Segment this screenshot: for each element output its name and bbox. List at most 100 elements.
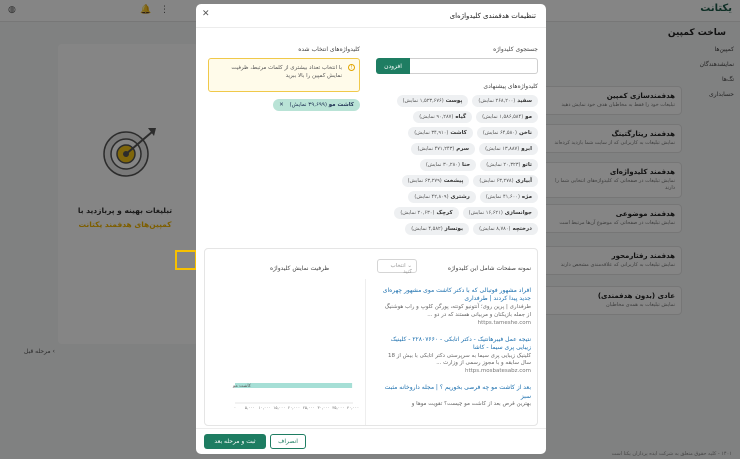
chip-word: سرم	[456, 146, 470, 152]
save-next-button[interactable]: ثبت و مرحله بعد	[204, 434, 266, 449]
preview-section: نمونه صفحات شامل این کلیدواژه ⌄ انتخاب ک…	[204, 248, 538, 426]
cancel-button[interactable]: انصراف	[270, 434, 306, 449]
chip-word: پیشخت	[443, 178, 464, 184]
chip-count: (۲۶۸,۲۰۰ نمایش)	[478, 98, 516, 104]
modal-header: تنظیمات هدفمندی کلیدواژه‌ای ✕	[196, 4, 546, 28]
chip-word: آبیاری	[515, 178, 532, 184]
suggested-keyword-chip[interactable]: کرچک(۲۰,۶۳۰ نمایش)	[394, 207, 459, 219]
result-url: https.mosbatesabz.com	[464, 368, 531, 375]
result-title[interactable]: افراد مشهور فوتبالی که با دکتر کاشت موی …	[381, 287, 531, 304]
suggestions-list: سفید(۲۶۸,۲۰۰ نمایش) پوست(۱,۵۲۳,۶۷۶ نمایش)…	[376, 95, 538, 235]
suggested-keyword-chip[interactable]: سفید(۲۶۸,۲۰۰ نمایش)	[472, 95, 538, 107]
chart-bar	[235, 383, 353, 388]
suggested-keyword-chip[interactable]: پوست(۱,۵۲۳,۶۷۶ نمایش)	[396, 95, 469, 107]
suggested-keyword-chip[interactable]: پیشخت(۶۳,۲۷۹ نمایش)	[401, 175, 470, 187]
close-icon[interactable]: ✕	[202, 9, 210, 19]
search-label: جستجوی کلیدواژه	[493, 46, 538, 53]
chip-word: رشتری	[450, 194, 470, 200]
chip-count: (۱۳,۸۸۷ نمایش)	[485, 146, 520, 152]
tick-label: ۳۰,۰۰۰	[317, 405, 329, 410]
result-title[interactable]: نتیجه عمل فیبرهانتیک - دکتر اتابکی - ۲۲۸…	[381, 336, 531, 353]
chip-count: (۴,۵۸۲ نمایش)	[411, 226, 443, 232]
capacity-chart: کاشت مو ۰ ۵,۰۰۰ ۱۰,۰۰۰ ۱۵,۰۰۰ ۲۰,۰۰۰ ۲۵,۰۰۰ ۳۰,…	[232, 383, 359, 410]
suggested-keyword-chip[interactable]: بوتساز(۴,۵۸۲ نمایش)	[405, 223, 470, 235]
chip-count: (۶۳,۲۷۹ نمایش)	[407, 178, 442, 184]
suggested-keyword-chip[interactable]: درختچه(۸,۷۸۰ نمایش)	[473, 223, 538, 235]
result-desc: بهترین قرص بعد از کاشت مو چیست؟ تقویت مو…	[411, 401, 531, 408]
chip-count: (۶۳,۲۷۸ نمایش)	[479, 178, 514, 184]
chip-word: پوست	[445, 98, 463, 104]
chip-word: مژه	[521, 194, 532, 200]
chip-word: کاشت مو	[328, 102, 354, 108]
add-keyword-button[interactable]: افزودن	[376, 58, 410, 74]
tick-label: ۲۵,۰۰۰	[303, 405, 315, 410]
chip-count: (۳۹,۶۹۹ نمایش)	[289, 102, 327, 108]
chip-word: گیاه	[455, 114, 467, 120]
modal-title: تنظیمات هدفمندی کلیدواژه‌ای	[449, 12, 536, 20]
chip-count: (۳۴,۹۱۰ نمایش)	[414, 130, 449, 136]
suggested-keyword-chip[interactable]: گیاه(۹۰,۲۸۷ نمایش)	[413, 111, 473, 123]
suggested-keyword-chip[interactable]: ابرو(۱۳,۸۸۷ نمایش)	[479, 143, 538, 155]
chip-count: (۴۱,۶۰۰ نمایش)	[485, 194, 520, 200]
warning-box: ! با انتخاب تعداد بیشتری از کلمات مرتبط،…	[208, 58, 360, 92]
chip-count: (۴۲,۸۰۹ نمایش)	[414, 194, 449, 200]
suggested-keyword-chip[interactable]: مژه(۴۱,۶۰۰ نمایش)	[479, 191, 538, 203]
suggested-keyword-chip[interactable]: حنا(۳۰,۲۸۰ نمایش)	[419, 159, 477, 171]
result-desc: طرفداری | پرین روی؛ آنتونیو کونته، پورگن…	[384, 303, 531, 318]
result-desc: کلینیک زیبایی پری سیما به سرپرستی دکتر ا…	[388, 352, 531, 367]
tick-label: ۱۵,۰۰۰	[273, 405, 285, 410]
list-item[interactable]: افراد مشهور فوتبالی که با دکتر کاشت موی …	[381, 287, 531, 326]
chip-word: مو	[525, 114, 532, 120]
keyword-select[interactable]: ⌄ انتخاب کنید	[377, 259, 417, 275]
tick-label: ۵,۰۰۰	[245, 405, 255, 410]
capacity-title: ظرفیت نمایش کلیدواژه	[270, 265, 330, 272]
chip-count: (۱,۵۲۳,۶۷۶ نمایش)	[402, 98, 444, 104]
category-label: کاشت مو	[232, 383, 252, 389]
tick-label: ۱۰,۰۰۰	[258, 405, 270, 410]
chip-word: ناخن	[518, 130, 532, 136]
chip-word: درختچه	[512, 226, 533, 232]
chip-word: جوانسازی	[504, 210, 532, 216]
list-item[interactable]: بعد از کاشت مو چه فرصی بخوریم ؟ | مجله د…	[381, 384, 531, 409]
highlight-box	[175, 250, 197, 270]
keyword-search-input[interactable]	[410, 58, 538, 74]
chip-count: (۲۰,۶۳۰ نمایش)	[400, 210, 435, 216]
selected-label: کلیدواژه‌های انتخاب شده	[298, 46, 360, 53]
chip-count: (۳۰,۲۸۰ نمایش)	[425, 162, 460, 168]
chip-count: (۴۷۱,۲۴۳ نمایش)	[417, 146, 455, 152]
chip-word: تاتو	[522, 162, 532, 168]
suggested-keyword-chip[interactable]: سرم(۴۷۱,۲۴۳ نمایش)	[411, 143, 476, 155]
selected-keyword-chip: کاشت مو (۳۹,۶۹۹ نمایش) ✕	[273, 99, 360, 111]
chip-word: سفید	[517, 98, 532, 104]
suggested-keyword-chip[interactable]: کاشت(۳۴,۹۱۰ نمایش)	[408, 127, 473, 139]
chip-count: (۱,۵۸۶,۵۸۴ نمایش)	[482, 114, 524, 120]
result-url: https.tameshe.com	[477, 319, 531, 326]
warning-text: با انتخاب تعداد بیشتری از کلمات مرتبط، ظ…	[231, 65, 342, 80]
chip-word: بوتساز	[444, 226, 464, 232]
chip-count: (۸,۷۸۰ نمایش)	[479, 226, 511, 232]
suggested-keyword-chip[interactable]: جوانسازی(۱۶,۶۲۱ نمایش)	[462, 207, 538, 219]
suggested-keyword-chip[interactable]: ناخن(۶۴,۵۸۰ نمایش)	[476, 127, 538, 139]
remove-icon[interactable]: ✕	[279, 102, 284, 108]
list-item[interactable]: نتیجه عمل فیبرهانتیک - دکتر اتابکی - ۲۲۸…	[381, 336, 531, 375]
tick-label: ۴۰,۰۰۰	[347, 405, 359, 410]
tick-label: ۲۰,۰۰۰	[288, 405, 300, 410]
selected-keywords-column: کلیدواژه‌های انتخاب شده ! با انتخاب تعدا…	[208, 46, 360, 111]
divider	[365, 279, 366, 425]
result-title[interactable]: بعد از کاشت مو چه فرصی بخوریم ؟ | مجله د…	[381, 384, 531, 401]
info-icon: !	[348, 64, 355, 71]
results-list: افراد مشهور فوتبالی که با دکتر کاشت موی …	[381, 287, 531, 419]
chip-word: کاشت	[450, 130, 467, 136]
keyword-search-column: جستجوی کلیدواژه افزودن کلیدواژه‌های پیشن…	[376, 46, 538, 235]
suggested-keyword-chip[interactable]: مو(۱,۵۸۶,۵۸۴ نمایش)	[476, 111, 538, 123]
keyword-targeting-modal: تنظیمات هدفمندی کلیدواژه‌ای ✕ جستجوی کلی…	[196, 4, 546, 454]
chip-word: حنا	[461, 162, 471, 168]
chip-count: (۲۰,۳۲۳ نمایش)	[486, 162, 521, 168]
suggested-keyword-chip[interactable]: آبیاری(۶۳,۲۷۸ نمایش)	[473, 175, 538, 187]
suggested-keyword-chip[interactable]: تاتو(۲۰,۳۲۳ نمایش)	[480, 159, 538, 171]
chip-count: (۹۰,۲۸۷ نمایش)	[419, 114, 454, 120]
tick-label: ۳۵,۰۰۰	[332, 405, 344, 410]
suggested-keyword-chip[interactable]: رشتری(۴۲,۸۰۹ نمایش)	[408, 191, 476, 203]
suggested-label: کلیدواژه‌های پیشنهادی	[483, 83, 538, 90]
pages-title: نمونه صفحات شامل این کلیدواژه	[447, 265, 531, 272]
